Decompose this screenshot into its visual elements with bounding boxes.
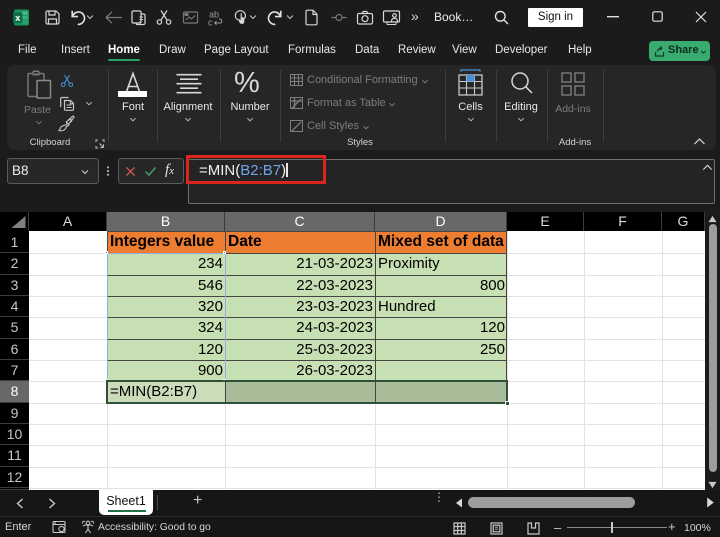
svg-text:x: x	[15, 13, 21, 24]
svg-text:c: c	[208, 18, 213, 28]
